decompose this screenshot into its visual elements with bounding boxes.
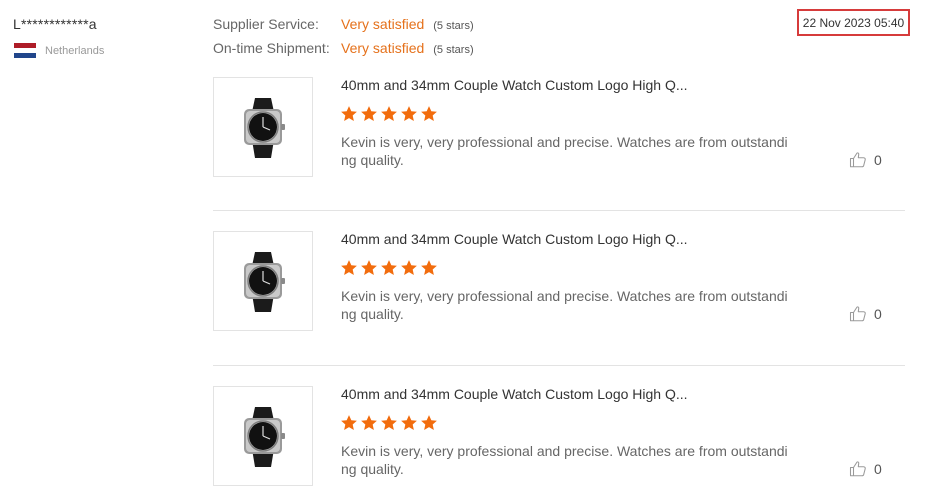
- product-title-link[interactable]: 40mm and 34mm Couple Watch Custom Logo H…: [341, 231, 688, 247]
- rating-value: Very satisfied: [341, 16, 425, 32]
- like-button[interactable]: 0: [849, 305, 882, 323]
- star-icon: [421, 106, 437, 121]
- product-thumbnail[interactable]: [213, 231, 313, 331]
- review-text: Kevin is very, very professional and pre…: [341, 288, 788, 322]
- rating-row-ontime-shipment: On-time Shipment: Very satisfied (5 star…: [213, 40, 474, 64]
- star-icon: [361, 415, 377, 430]
- star-icon: [421, 415, 437, 430]
- review-divider: [213, 365, 905, 366]
- watch-image-icon: [244, 98, 285, 158]
- watch-image-icon: [244, 407, 285, 467]
- review-item: 40mm and 34mm Couple Watch Custom Logo H…: [213, 231, 905, 331]
- star-icon: [341, 415, 357, 430]
- rating-value: Very satisfied: [341, 40, 425, 56]
- review-divider: [213, 210, 905, 211]
- star-icon: [401, 415, 417, 430]
- product-thumbnail[interactable]: [213, 386, 313, 486]
- star-icon: [341, 106, 357, 121]
- like-count: 0: [874, 461, 882, 477]
- like-count: 0: [874, 152, 882, 168]
- rating-stars-text: (5 stars): [433, 20, 474, 32]
- thumbs-up-icon: [849, 152, 866, 168]
- review-text: Kevin is very, very professional and pre…: [341, 134, 788, 168]
- thumbs-up-icon: [849, 306, 866, 322]
- star-rating: [340, 414, 438, 432]
- product-title-link[interactable]: 40mm and 34mm Couple Watch Custom Logo H…: [341, 77, 688, 93]
- star-rating: [340, 105, 438, 123]
- supplier-ratings: Supplier Service: Very satisfied (5 star…: [213, 16, 474, 64]
- rating-label: Supplier Service:: [213, 16, 319, 32]
- like-count: 0: [874, 306, 882, 322]
- watch-image-icon: [244, 252, 285, 312]
- product-title-link[interactable]: 40mm and 34mm Couple Watch Custom Logo H…: [341, 386, 688, 402]
- netherlands-flag-icon: [14, 43, 36, 58]
- like-button[interactable]: 0: [849, 151, 882, 169]
- like-button[interactable]: 0: [849, 460, 882, 478]
- review-item: 40mm and 34mm Couple Watch Custom Logo H…: [213, 386, 905, 486]
- star-icon: [401, 260, 417, 275]
- review-text: Kevin is very, very professional and pre…: [341, 443, 788, 477]
- star-icon: [361, 106, 377, 121]
- star-icon: [401, 106, 417, 121]
- star-icon: [381, 106, 397, 121]
- rating-stars-text: (5 stars): [433, 44, 474, 56]
- review-date: 22 Nov 2023 05:40: [797, 9, 910, 36]
- reviewer-country: Netherlands: [14, 43, 104, 58]
- product-thumbnail[interactable]: [213, 77, 313, 177]
- star-icon: [381, 260, 397, 275]
- star-icon: [341, 260, 357, 275]
- flag-stripe-blue: [14, 53, 36, 58]
- star-rating: [340, 259, 438, 277]
- reviewer-name: L************a: [13, 16, 97, 32]
- rating-label: On-time Shipment:: [213, 40, 330, 56]
- thumbs-up-icon: [849, 461, 866, 477]
- review-item: 40mm and 34mm Couple Watch Custom Logo H…: [213, 77, 905, 177]
- star-icon: [361, 260, 377, 275]
- country-name: Netherlands: [45, 44, 105, 57]
- review-card: L************a Netherlands Supplier Serv…: [0, 0, 939, 503]
- star-icon: [421, 260, 437, 275]
- star-icon: [381, 415, 397, 430]
- rating-row-supplier-service: Supplier Service: Very satisfied (5 star…: [213, 16, 474, 40]
